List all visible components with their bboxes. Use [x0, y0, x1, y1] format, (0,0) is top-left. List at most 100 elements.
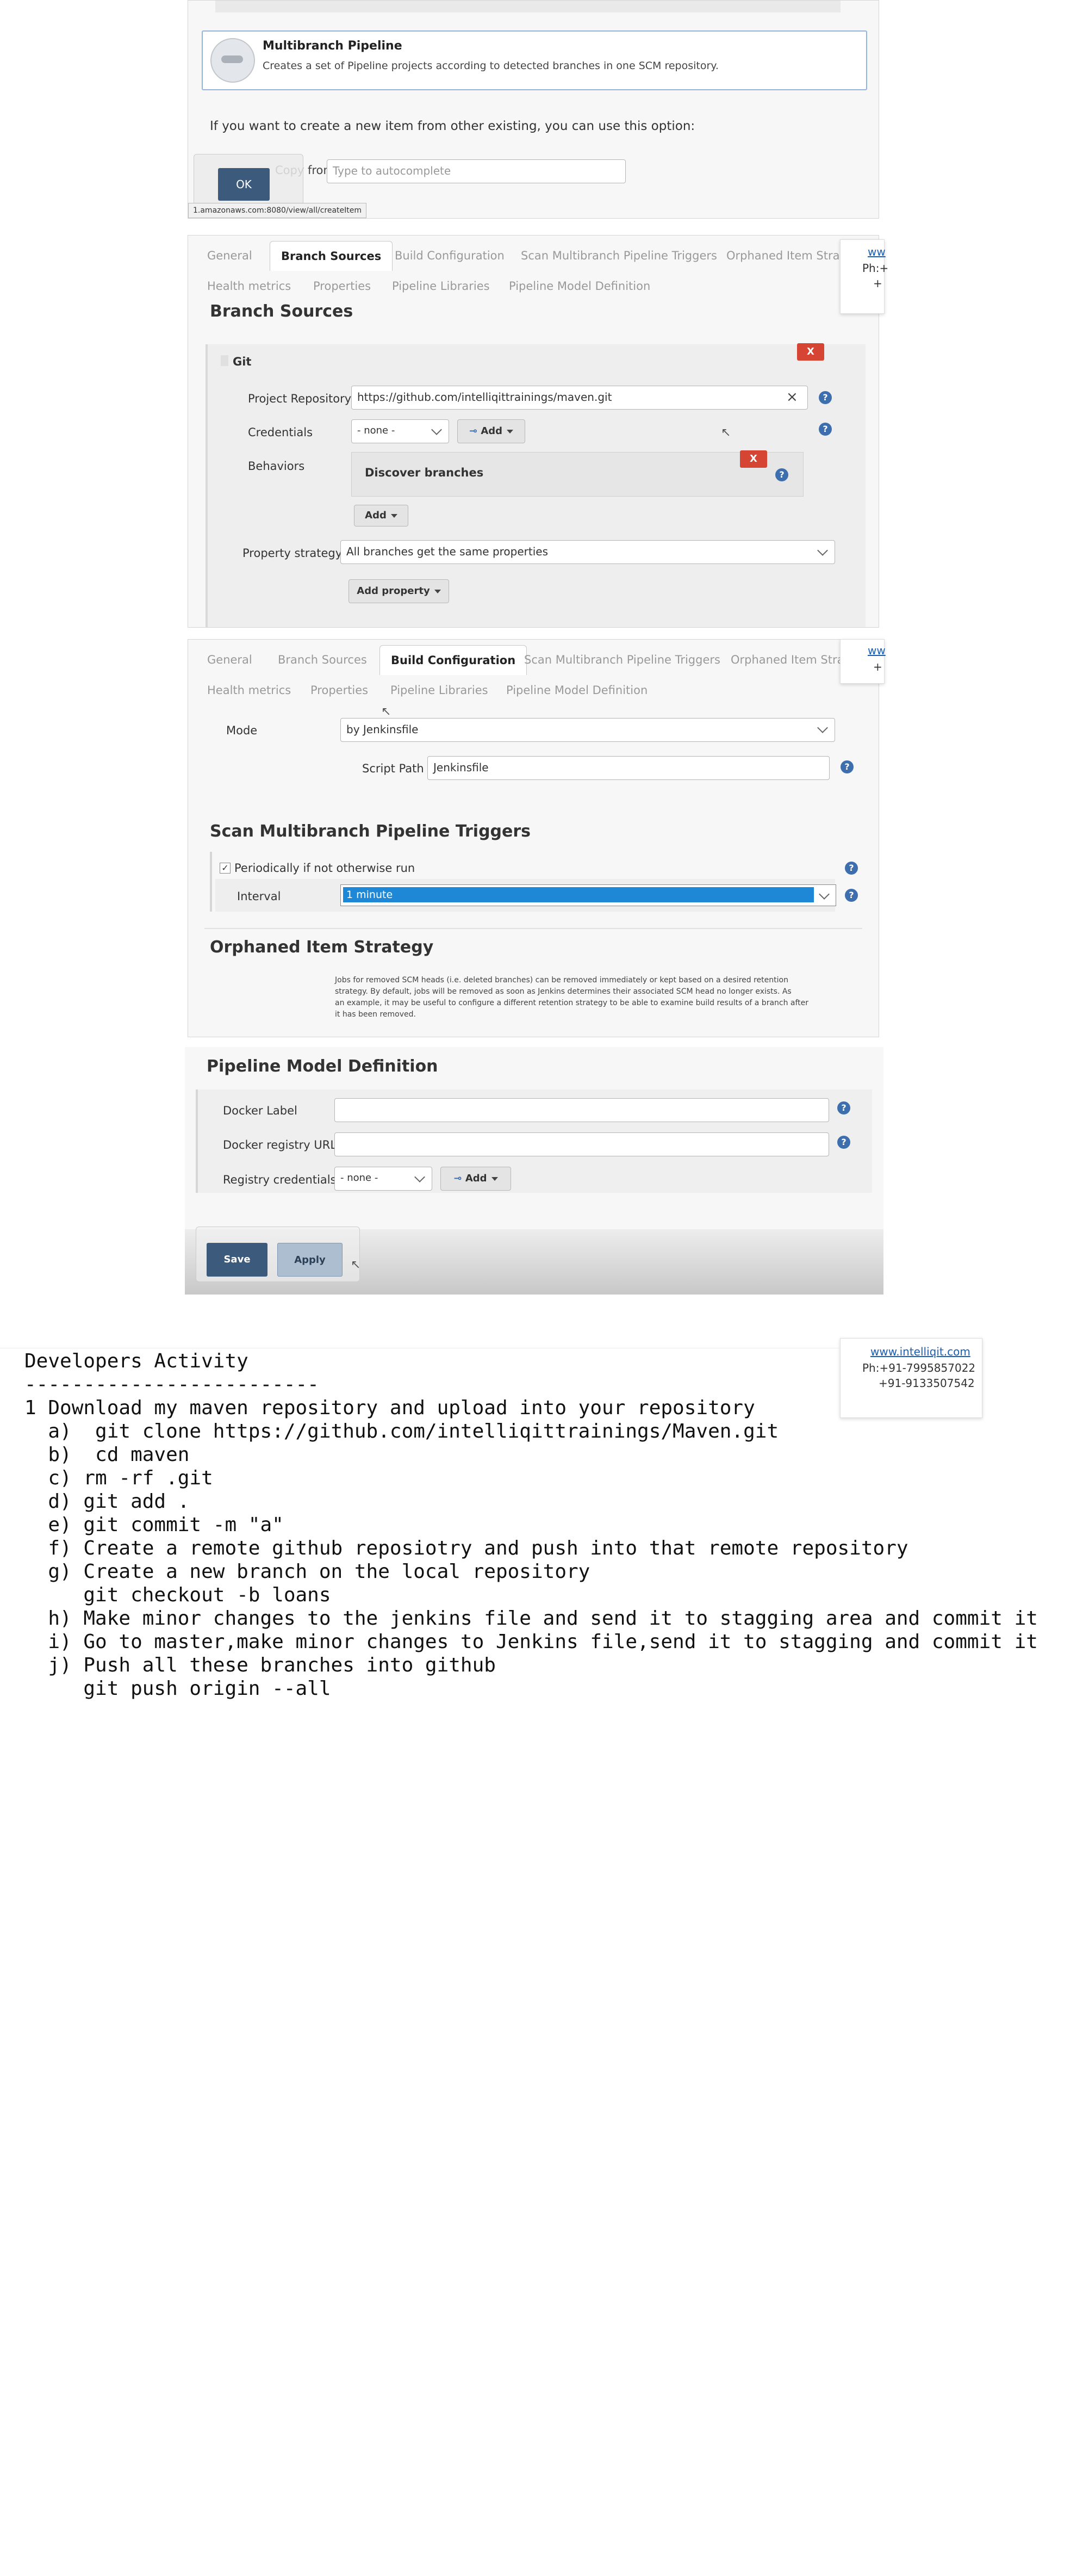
- tab-general[interactable]: General: [207, 241, 252, 270]
- tab-orphaned-item[interactable]: Orphaned Item Strate: [726, 241, 851, 270]
- key-icon: ⊸: [469, 425, 478, 437]
- help-icon[interactable]: ?: [837, 1101, 850, 1114]
- tab-health-metrics[interactable]: Health metrics: [207, 676, 291, 705]
- interval-label: Interval: [237, 890, 281, 903]
- tab-scan-triggers[interactable]: Scan Multibranch Pipeline Triggers: [524, 645, 720, 674]
- help-icon[interactable]: ?: [775, 468, 788, 481]
- mode-select[interactable]: by Jenkinsfile: [340, 718, 835, 742]
- periodic-label: Periodically if not otherwise run: [234, 862, 415, 875]
- script-path-label: Script Path: [362, 762, 424, 775]
- note-line: f) Create a remote github reposiotry and…: [24, 1537, 908, 1559]
- config-tabs-row1: General Branch Sources Build Configurati…: [188, 241, 879, 271]
- add-property-label: Add property: [357, 585, 430, 597]
- tab-properties[interactable]: Properties: [313, 271, 371, 301]
- help-icon[interactable]: ?: [819, 423, 832, 436]
- add-registry-credentials-button[interactable]: ⊸ Add: [440, 1167, 511, 1191]
- add-credentials-label: Add: [481, 425, 503, 437]
- docker-registry-url-input[interactable]: [334, 1132, 829, 1156]
- copy-hint-text: If you want to create a new item from ot…: [210, 119, 695, 133]
- docker-label-input[interactable]: [334, 1098, 829, 1122]
- chevron-down-icon: [819, 889, 830, 900]
- note-line: a) git clone https://github.com/intelliq…: [24, 1420, 779, 1442]
- help-icon[interactable]: ?: [845, 862, 858, 875]
- branch-sources-title: Branch Sources: [210, 302, 353, 321]
- contact-phone2: +91-9133507542: [879, 1377, 975, 1390]
- property-strategy-select[interactable]: All branches get the same properties: [340, 540, 835, 564]
- tab-orphaned-item[interactable]: Orphaned Item Strate: [731, 645, 856, 674]
- delete-behavior-button[interactable]: X: [740, 450, 767, 468]
- tab-health-metrics[interactable]: Health metrics: [207, 271, 291, 301]
- orphaned-item-title: Orphaned Item Strategy: [210, 938, 434, 957]
- help-icon[interactable]: ?: [819, 391, 832, 404]
- project-repository-label: Project Repository: [248, 392, 352, 405]
- contact-link-partial[interactable]: ww: [868, 644, 886, 657]
- ok-button[interactable]: OK: [218, 168, 270, 201]
- orphan-text-line: Jobs for removed SCM heads (i.e. deleted…: [335, 976, 788, 984]
- multibranch-pipeline-icon: [210, 38, 255, 83]
- save-button[interactable]: Save: [207, 1243, 267, 1277]
- contact-phone-partial: Ph:+: [862, 262, 889, 275]
- project-repository-input[interactable]: https://github.com/intelliqittrainings/m…: [351, 386, 808, 410]
- note-line: 1 Download my maven repository and uploa…: [24, 1397, 755, 1419]
- add-registry-credentials-label: Add: [465, 1173, 487, 1184]
- drag-handle[interactable]: [221, 355, 228, 366]
- tab-properties[interactable]: Properties: [310, 676, 368, 705]
- property-strategy-label: Property strategy: [242, 547, 343, 560]
- clear-input-icon[interactable]: ×: [786, 389, 798, 405]
- contact-link-partial[interactable]: ww: [868, 245, 886, 258]
- tab-pipeline-libraries[interactable]: Pipeline Libraries: [390, 676, 488, 705]
- credentials-value: - none -: [357, 425, 395, 436]
- note-line: git checkout -b loans: [24, 1584, 331, 1606]
- note-line: b) cd maven: [24, 1444, 190, 1466]
- tab-branch-sources[interactable]: Branch Sources: [270, 241, 393, 271]
- script-path-input[interactable]: Jenkinsfile: [427, 756, 830, 780]
- tab-build-configuration[interactable]: Build Configuration: [395, 241, 505, 270]
- behaviors-label: Behaviors: [248, 460, 305, 473]
- previous-item-fragment: [215, 1, 841, 13]
- notes-title: Developers Activity: [24, 1350, 248, 1372]
- tab-branch-sources[interactable]: Branch Sources: [278, 645, 367, 674]
- note-line: h) Make minor changes to the jenkins fil…: [24, 1607, 1038, 1630]
- tab-build-configuration[interactable]: Build Configuration: [379, 645, 527, 675]
- multibranch-pipeline-title: Multibranch Pipeline: [263, 39, 402, 53]
- help-icon[interactable]: ?: [841, 760, 854, 773]
- build-configuration-panel: General Branch Sources Build Configurati…: [188, 639, 879, 1037]
- contact-phone2-partial: +: [873, 660, 882, 673]
- orphan-text-line: an example, it may be useful to configur…: [335, 999, 809, 1007]
- note-line: d) git add .: [24, 1490, 190, 1513]
- git-label: Git: [233, 355, 252, 368]
- config-tabs-row2: Health metrics Properties Pipeline Libra…: [188, 271, 879, 301]
- copy-from-input[interactable]: Type to autocomplete: [327, 159, 626, 183]
- mouse-cursor-icon: ↖: [351, 1258, 361, 1272]
- help-icon[interactable]: ?: [837, 1136, 850, 1149]
- orphan-text-line: it has been removed.: [335, 1010, 416, 1019]
- credentials-label: Credentials: [248, 426, 313, 439]
- scan-triggers-title: Scan Multibranch Pipeline Triggers: [210, 822, 531, 841]
- add-credentials-button[interactable]: ⊸ Add: [457, 419, 525, 443]
- add-property-button[interactable]: Add property: [348, 579, 449, 603]
- discover-branches-label: Discover branches: [365, 466, 484, 479]
- apply-button[interactable]: Apply: [277, 1243, 343, 1277]
- multibranch-pipeline-option[interactable]: Multibranch Pipeline Creates a set of Pi…: [202, 30, 867, 90]
- contact-box: www.intelliqit.com Ph:+91-7995857022 +91…: [840, 1338, 982, 1418]
- interval-select[interactable]: 1 minute: [340, 884, 836, 906]
- contact-link[interactable]: www.intelliqit.com: [870, 1345, 970, 1358]
- notes-underline: -------------------------: [24, 1373, 319, 1396]
- note-line: i) Go to master,make minor changes to Je…: [24, 1631, 1038, 1653]
- help-icon[interactable]: ?: [845, 889, 858, 902]
- tab-pipeline-libraries[interactable]: Pipeline Libraries: [392, 271, 490, 301]
- pipeline-model-title: Pipeline Model Definition: [207, 1057, 438, 1076]
- tab-pipeline-model-definition[interactable]: Pipeline Model Definition: [506, 676, 648, 705]
- periodic-checkbox[interactable]: ✓: [220, 863, 231, 874]
- note-line: j) Push all these branches into github: [24, 1654, 496, 1676]
- divider: [204, 928, 862, 929]
- tab-general[interactable]: General: [207, 645, 252, 674]
- key-icon: ⊸: [453, 1173, 462, 1184]
- tab-scan-triggers[interactable]: Scan Multibranch Pipeline Triggers: [521, 241, 717, 270]
- property-strategy-value: All branches get the same properties: [346, 545, 549, 558]
- add-behavior-button[interactable]: Add: [354, 505, 408, 527]
- note-line: g) Create a new branch on the local repo…: [24, 1561, 590, 1583]
- registry-credentials-value: - none -: [340, 1172, 378, 1184]
- tab-pipeline-model-definition[interactable]: Pipeline Model Definition: [509, 271, 650, 301]
- delete-source-button[interactable]: X: [797, 343, 824, 361]
